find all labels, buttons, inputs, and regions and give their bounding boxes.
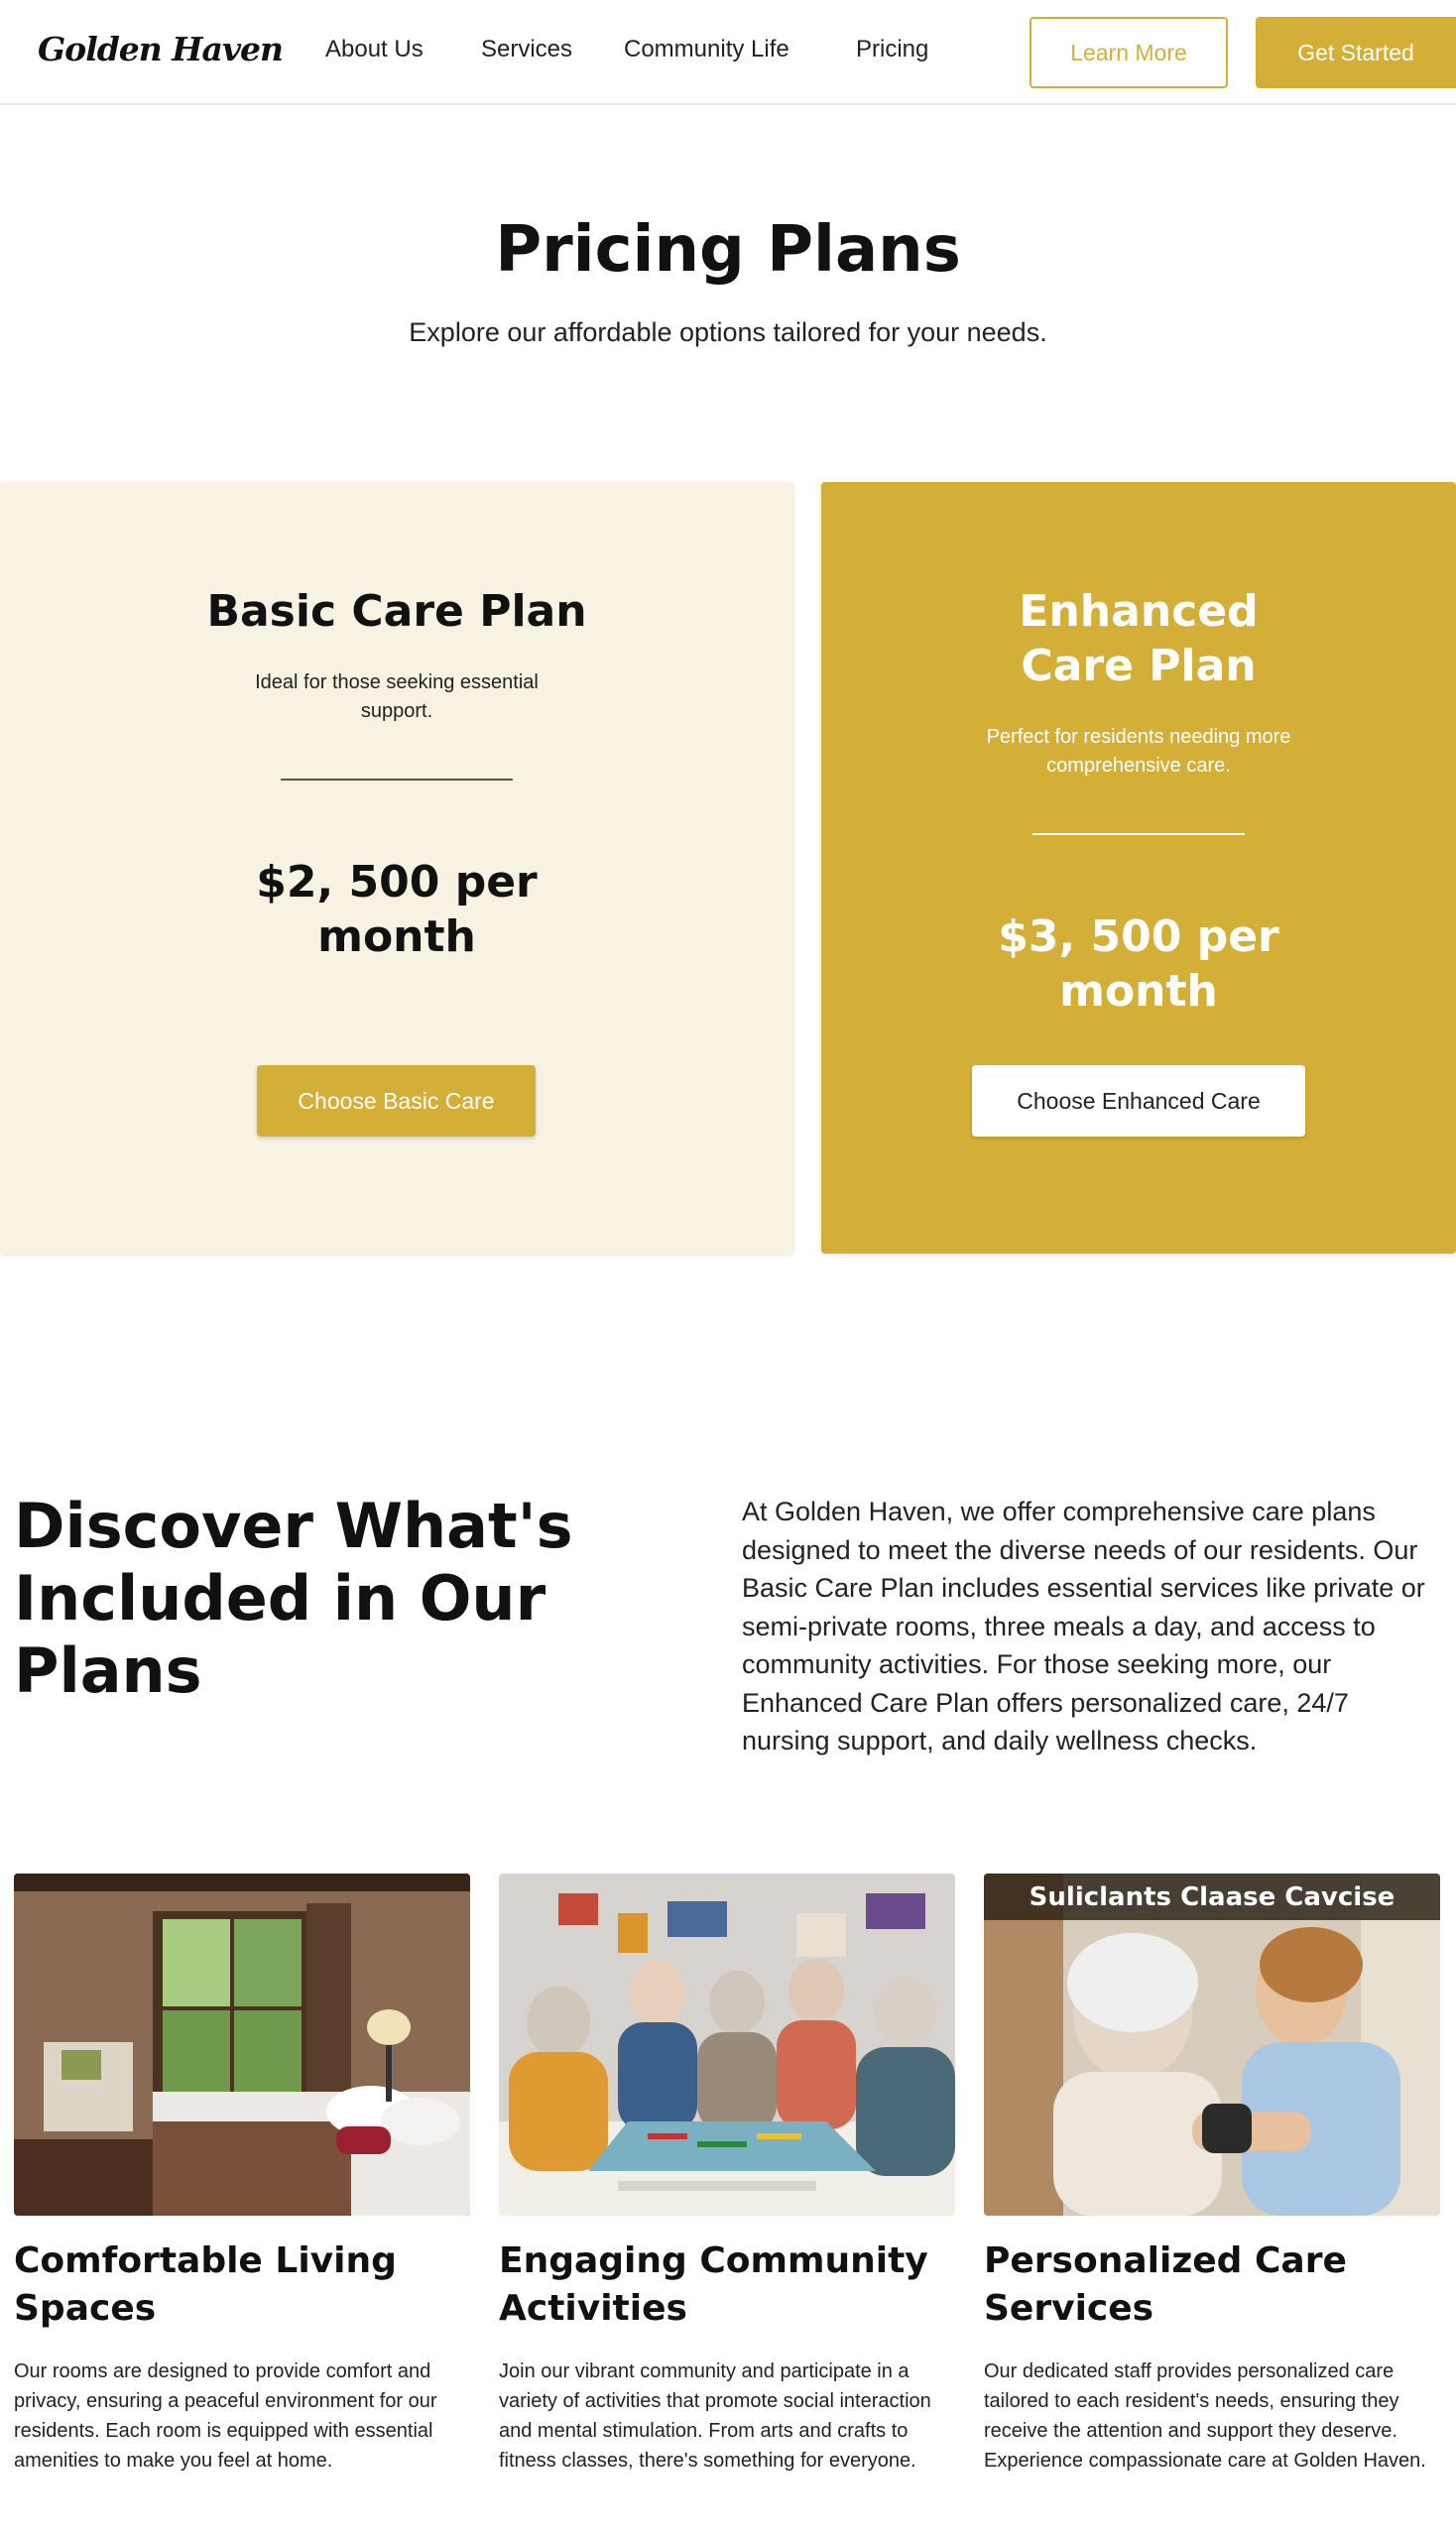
feature-text: Our rooms are designed to provide comfor… bbox=[14, 2360, 437, 2472]
choose-enhanced-care-button[interactable]: Choose Enhanced Care bbox=[972, 1065, 1305, 1137]
choose-basic-care-button[interactable]: Choose Basic Care bbox=[257, 1065, 536, 1137]
feature-text: Join our vibrant community and participa… bbox=[499, 2360, 931, 2472]
plan-title: Basic Care Plan bbox=[206, 586, 587, 637]
page-title: Pricing Plans bbox=[495, 213, 961, 287]
image-caption-banner: Suliclants Claase Cavcise bbox=[984, 1874, 1440, 1920]
page-subtitle: Explore our affordable options tailored … bbox=[409, 317, 1047, 347]
feature-title: Engaging Community Activities bbox=[499, 2240, 928, 2329]
divider bbox=[1032, 833, 1245, 835]
basic-plan-card: Basic Care Plan Ideal for those seeking … bbox=[0, 482, 793, 1254]
feature-title: Comfortable Living Spaces bbox=[14, 2240, 397, 2329]
plan-title: Enhanced Care Plan bbox=[1019, 586, 1259, 691]
plan-price: $2, 500 per month bbox=[256, 857, 538, 962]
plan-price: $3, 500 per month bbox=[998, 911, 1279, 1017]
discover-description: At Golden Haven, we offer comprehensive … bbox=[742, 1497, 1425, 1755]
feature-text: Our dedicated staff provides personalize… bbox=[984, 2360, 1426, 2472]
community-activities-image bbox=[499, 1874, 955, 2216]
get-started-button[interactable]: Get Started bbox=[1256, 17, 1456, 88]
divider bbox=[281, 779, 513, 781]
logo[interactable]: Golden Haven bbox=[38, 30, 284, 68]
enhanced-plan-card: Enhanced Care Plan Perfect for residents… bbox=[821, 482, 1456, 1254]
personalized-care-image: Suliclants Claase Cavcise bbox=[984, 1874, 1440, 2216]
nav-link-about-us[interactable]: About Us bbox=[325, 36, 424, 63]
nav-link-pricing[interactable]: Pricing bbox=[856, 36, 928, 63]
learn-more-button[interactable]: Learn More bbox=[1030, 17, 1228, 88]
plan-description: Perfect for residents needing more compr… bbox=[986, 726, 1291, 777]
discover-heading: Discover What's Included in Our Plans bbox=[14, 1490, 573, 1707]
living-space-image bbox=[14, 1874, 470, 2216]
nav-link-services[interactable]: Services bbox=[481, 36, 572, 63]
feature-title: Personalized Care Services bbox=[984, 2240, 1347, 2329]
top-navbar: Golden Haven About Us Services Community… bbox=[0, 0, 1456, 105]
nav-link-community-life[interactable]: Community Life bbox=[624, 36, 789, 63]
plan-description: Ideal for those seeking essential suppor… bbox=[255, 671, 539, 722]
